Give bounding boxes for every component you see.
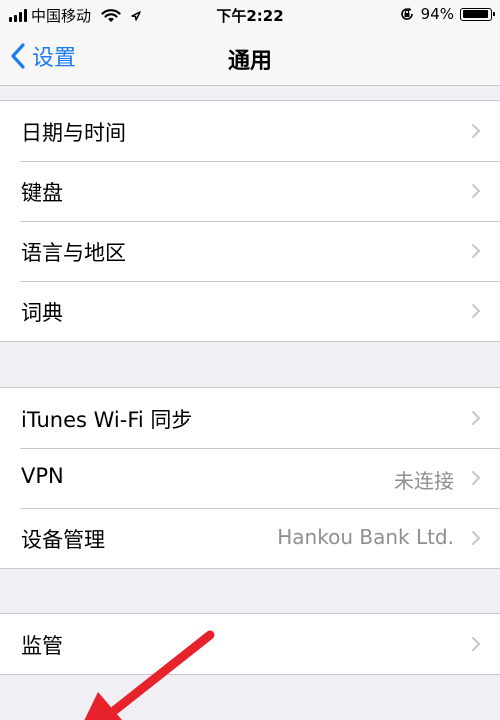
row-label: 设备管理 [21, 528, 105, 552]
row-device-management[interactable]: 设备管理 Hankou Bank Ltd. [0, 508, 500, 568]
row-label: 键盘 [21, 181, 63, 205]
rotation-lock-icon [400, 7, 413, 20]
row-itunes-wifi-sync[interactable]: iTunes Wi-Fi 同步 [0, 388, 500, 448]
row-keyboard[interactable]: 键盘 [0, 161, 500, 221]
navigation-bar: 设置 通用 [0, 30, 500, 86]
chevron-right-icon [472, 531, 480, 545]
row-label: iTunes Wi-Fi 同步 [21, 408, 193, 432]
row-label: 监管 [21, 634, 63, 658]
row-label: 语言与地区 [21, 241, 126, 265]
chevron-right-icon [472, 471, 480, 485]
status-bar: 中国移动 下午2:22 94% [0, 0, 500, 30]
settings-group-1: 日期与时间 键盘 语言与地区 词典 [0, 100, 500, 342]
annotation-arrow-icon [84, 630, 215, 720]
row-label: 日期与时间 [21, 121, 126, 145]
row-date-time[interactable]: 日期与时间 [0, 101, 500, 161]
chevron-right-icon [472, 124, 480, 138]
settings-group-2: iTunes Wi-Fi 同步 VPN 未连接 设备管理 Hankou Bank… [0, 387, 500, 569]
row-language-region[interactable]: 语言与地区 [0, 221, 500, 281]
chevron-right-icon [472, 184, 480, 198]
vpn-status-value: 未连接 [394, 469, 454, 493]
page-title: 通用 [227, 49, 272, 74]
chevron-right-icon [472, 244, 480, 258]
chevron-right-icon [472, 637, 480, 651]
battery-icon [460, 7, 495, 21]
status-right: 94% [399, 5, 495, 23]
battery-level [462, 10, 488, 18]
chevron-right-icon [472, 304, 480, 318]
row-label: VPN [21, 464, 64, 488]
row-label: 词典 [21, 301, 63, 325]
row-dictionary[interactable]: 词典 [0, 281, 500, 341]
row-vpn[interactable]: VPN 未连接 [0, 448, 500, 508]
battery-percent: 94% [420, 5, 454, 23]
device-management-value: Hankou Bank Ltd. [277, 525, 454, 549]
chevron-right-icon [472, 411, 480, 425]
